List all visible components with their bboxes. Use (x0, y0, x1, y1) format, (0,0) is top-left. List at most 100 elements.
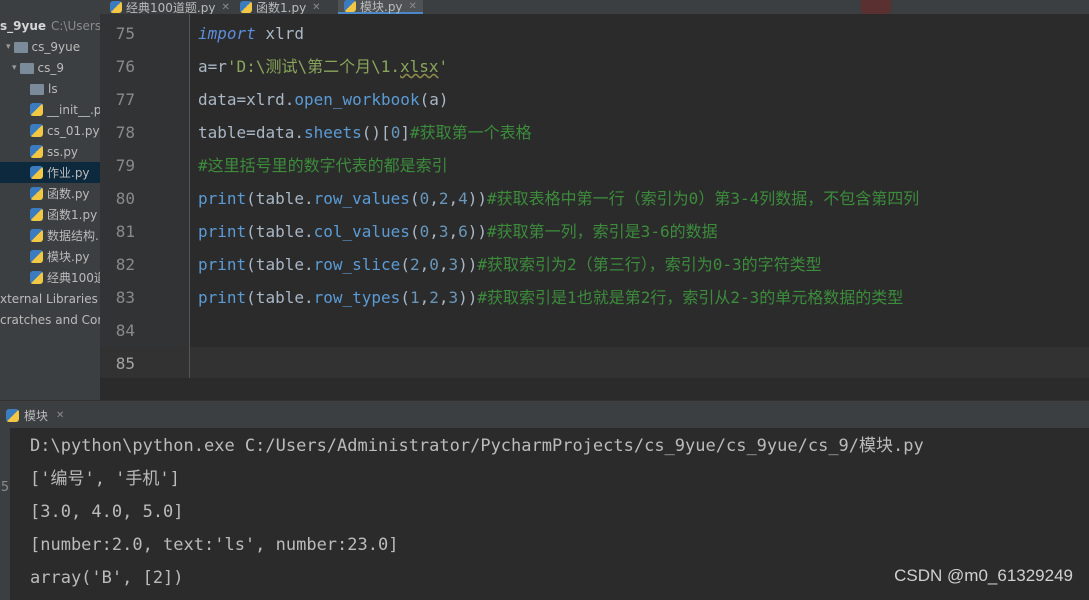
code-token: , (429, 222, 439, 241)
code-token: (table. (246, 255, 314, 274)
search-icon[interactable] (861, 0, 891, 14)
code-token: 2 (429, 288, 439, 307)
tree-item[interactable]: ls (0, 78, 100, 99)
chevron-down-icon[interactable]: ▾ (6, 42, 11, 52)
tab-2[interactable]: 模块.py ✕ (338, 0, 423, 14)
code-token: , (448, 189, 459, 208)
folder-icon (30, 84, 44, 95)
python-file-icon (30, 124, 43, 137)
tab-1[interactable]: 函数1.py ✕ (234, 0, 327, 14)
code-token: 0 (429, 255, 439, 274)
tree-item[interactable]: ▾ cs_9yue (0, 36, 100, 57)
tree-item[interactable]: s_9yue C:\Users\ (0, 15, 100, 36)
code-token: #获取索引为2（第三行），索引为0-3的字符类型 (477, 255, 822, 274)
close-icon[interactable]: ✕ (56, 410, 64, 421)
code-token: print (198, 288, 247, 307)
code-token: sheets (303, 123, 362, 142)
code-token: ] (400, 123, 410, 142)
code-token: 6 (458, 222, 468, 241)
code-token: )) (467, 222, 488, 241)
tree-item[interactable]: ▾ cs_9 (0, 57, 100, 78)
tree-item[interactable]: 作业.py (0, 162, 100, 183)
tree-item[interactable]: xternal Libraries (0, 288, 100, 309)
tree-item-label: 经典100道 (47, 271, 100, 285)
code-line[interactable]: data=xlrd.open_workbook(a) (198, 83, 448, 116)
tree-item-label: xternal Libraries (0, 291, 98, 306)
close-icon[interactable]: ✕ (409, 1, 417, 12)
code-token: , (429, 189, 439, 208)
code-token: 'D:\测试\第二个月\1. (226, 57, 400, 76)
python-file-icon (30, 145, 43, 158)
code-token: = (246, 123, 256, 142)
console-line: [3.0, 4.0, 5.0] (30, 502, 184, 522)
code-token: , (419, 288, 430, 307)
tree-item[interactable]: cs_01.py (0, 120, 100, 141)
code-token: 0 (390, 123, 401, 142)
code-token: , (448, 222, 459, 241)
tree-item[interactable]: 经典100道 (0, 267, 100, 288)
code-line[interactable]: print(table.row_slice(2,0,3))#获取索引为2（第三行… (198, 248, 822, 281)
run-tab-label: 模块 (24, 408, 49, 423)
folder-icon (19, 63, 34, 74)
code-token: (table. (246, 222, 314, 241)
line-number: 82 (115, 255, 135, 274)
code-token: 2 (438, 189, 449, 208)
tree-item[interactable]: 模块.py (0, 246, 100, 267)
python-file-icon (30, 187, 43, 200)
code-token: #获取第一列，索引是3-6的数据 (487, 222, 718, 241)
code-token: ( (400, 255, 410, 274)
code-editor[interactable]: import xlrd a=r'D:\测试\第二个月\1.xlsx' data=xl… (190, 14, 1089, 378)
code-token: ( (409, 189, 420, 208)
code-line[interactable]: table=data.sheets()[0]#获取第一个表格 (198, 116, 532, 149)
code-token: a (198, 57, 208, 76)
code-token: print (198, 255, 247, 274)
code-token: = (207, 57, 218, 76)
tree-item[interactable]: ss.py (0, 141, 100, 162)
tree-item-label: cs_01.py (47, 123, 100, 138)
python-file-icon (344, 0, 356, 12)
code-token: , (438, 255, 449, 274)
code-line[interactable]: print(table.col_values(0,3,6))#获取第一列，索引是… (198, 215, 718, 248)
run-toolbar: 5 (0, 428, 10, 600)
run-tab[interactable]: 模块 ✕ (6, 405, 64, 425)
code-token: #获取第一个表格 (409, 123, 532, 142)
tree-item[interactable]: 函数1.py (0, 204, 100, 225)
line-number: 78 (115, 123, 135, 142)
tree-item[interactable]: __init__.py (0, 99, 100, 120)
code-token: (table. (246, 189, 314, 208)
tab-0[interactable]: 经典100道题.py ✕ (104, 0, 236, 14)
python-file-icon (30, 208, 43, 221)
tree-item[interactable]: 数据结构. (0, 225, 100, 246)
code-line[interactable]: import xlrd (198, 17, 304, 50)
code-token: row_slice (313, 255, 401, 274)
code-token: 2 (409, 255, 420, 274)
line-number: 79 (115, 156, 135, 175)
code-token: import (198, 24, 256, 43)
code-token: (a) (419, 90, 449, 109)
code-token: #获取表格中第一行（索引为0）第3-4列数据，不包含第四列 (487, 189, 920, 208)
rerun-icon[interactable]: 5 (0, 480, 10, 495)
code-token: open_workbook (294, 90, 420, 109)
code-token: ()[ (361, 123, 391, 142)
chevron-down-icon[interactable]: ▾ (12, 63, 17, 73)
code-line[interactable]: print(table.row_types(1,2,3))#获取索引是1也就是第… (198, 281, 903, 314)
watermark: CSDN @m0_61329249 (894, 566, 1073, 585)
tab-label: 经典100道题.py (126, 0, 216, 15)
code-token: ' (438, 57, 449, 76)
editor-tab-bar: 经典100道题.py ✕ 函数1.py ✕ 模块.py ✕ (100, 0, 1089, 14)
tree-item[interactable]: cratches and Cor (0, 309, 100, 330)
close-icon[interactable]: ✕ (221, 2, 229, 13)
close-icon[interactable]: ✕ (312, 2, 320, 13)
code-token: xlrd. (246, 90, 295, 109)
code-token: 3 (448, 255, 459, 274)
code-token: = (236, 90, 247, 109)
code-token: ( (400, 288, 410, 307)
code-token: 1 (409, 288, 420, 307)
code-line[interactable]: a=r'D:\测试\第二个月\1.xlsx' (198, 50, 448, 83)
code-line[interactable]: print(table.row_values(0,2,4))#获取表格中第一行（… (198, 182, 919, 215)
tree-item[interactable]: 函数.py (0, 183, 100, 204)
code-line[interactable]: #这里括号里的数字代表的都是索引 (198, 149, 448, 182)
tree-item-label: 函数1.py (47, 208, 98, 222)
tree-item-label: 函数.py (47, 187, 90, 201)
code-token: xlsx (400, 57, 439, 76)
